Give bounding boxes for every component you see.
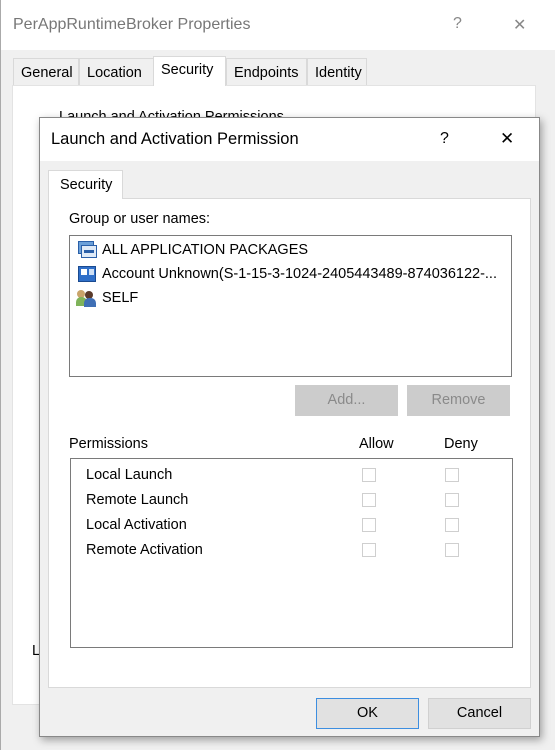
permission-row: Local Launch <box>71 464 511 489</box>
unknown-account-icon <box>76 265 98 283</box>
close-icon[interactable]: ✕ <box>500 129 514 149</box>
permission-dialog: Launch and Activation Permission ? ✕ Sec… <box>39 117 540 737</box>
permissions-list: Local Launch Remote Launch Local Activat… <box>70 458 513 648</box>
allow-checkbox[interactable] <box>362 468 376 482</box>
tab-label: Endpoints <box>234 65 299 81</box>
principal-name: SELF <box>102 290 139 306</box>
tab-label: Identity <box>315 65 362 81</box>
permission-row: Remote Launch <box>71 489 511 514</box>
ok-button[interactable]: OK <box>316 698 419 729</box>
tab-endpoints[interactable]: Endpoints <box>226 58 307 85</box>
cancel-button[interactable]: Cancel <box>428 698 531 729</box>
window-title: PerAppRuntimeBroker Properties <box>13 16 251 33</box>
add-button[interactable]: Add... <box>295 385 398 416</box>
title-bar: PerAppRuntimeBroker Properties ? ✕ <box>1 0 555 50</box>
users-icon <box>76 289 98 307</box>
tab-label: General <box>21 65 73 81</box>
security-panel: Group or user names: ALL APPLICATION PAC… <box>48 198 531 688</box>
deny-checkbox[interactable] <box>445 493 459 507</box>
dialog-title-bar: Launch and Activation Permission ? ✕ <box>40 118 539 161</box>
permissions-label: Permissions <box>69 436 148 452</box>
remove-button[interactable]: Remove <box>407 385 510 416</box>
deny-checkbox[interactable] <box>445 468 459 482</box>
tab-security[interactable]: Security <box>48 170 123 199</box>
tab-identity[interactable]: Identity <box>307 58 367 85</box>
list-item[interactable]: Account Unknown(S-1-15-3-1024-2405443489… <box>76 262 497 286</box>
principals-list[interactable]: ALL APPLICATION PACKAGES Account Unknown… <box>69 235 512 377</box>
list-item[interactable]: SELF <box>76 286 138 310</box>
allow-checkbox[interactable] <box>362 518 376 532</box>
allow-checkbox[interactable] <box>362 493 376 507</box>
principal-name: ALL APPLICATION PACKAGES <box>102 242 309 258</box>
help-icon[interactable]: ? <box>453 15 462 33</box>
permission-name: Local Launch <box>86 467 173 483</box>
tab-location[interactable]: Location <box>79 58 154 85</box>
deny-header: Deny <box>444 436 478 452</box>
permission-row: Local Activation <box>71 514 511 539</box>
deny-checkbox[interactable] <box>445 518 459 532</box>
tab-label: Security <box>60 177 113 193</box>
permission-name: Remote Activation <box>86 542 203 558</box>
permission-name: Local Activation <box>86 517 187 533</box>
allow-checkbox[interactable] <box>362 543 376 557</box>
app-packages-icon <box>76 241 98 259</box>
tab-label: Security <box>161 62 214 78</box>
permission-row: Remote Activation <box>71 539 511 564</box>
tab-label: Location <box>87 65 142 81</box>
permission-name: Remote Launch <box>86 492 189 508</box>
list-item[interactable]: ALL APPLICATION PACKAGES <box>76 238 308 262</box>
help-icon[interactable]: ? <box>440 130 449 148</box>
close-icon[interactable]: ✕ <box>513 15 526 35</box>
allow-header: Allow <box>359 436 394 452</box>
principal-name: Account Unknown(S-1-15-3-1024-2405443489… <box>102 266 497 282</box>
tab-security[interactable]: Security <box>153 56 226 86</box>
deny-checkbox[interactable] <box>445 543 459 557</box>
tab-general[interactable]: General <box>13 58 79 85</box>
group-label: Group or user names: <box>69 211 211 227</box>
dialog-title: Launch and Activation Permission <box>51 130 299 148</box>
